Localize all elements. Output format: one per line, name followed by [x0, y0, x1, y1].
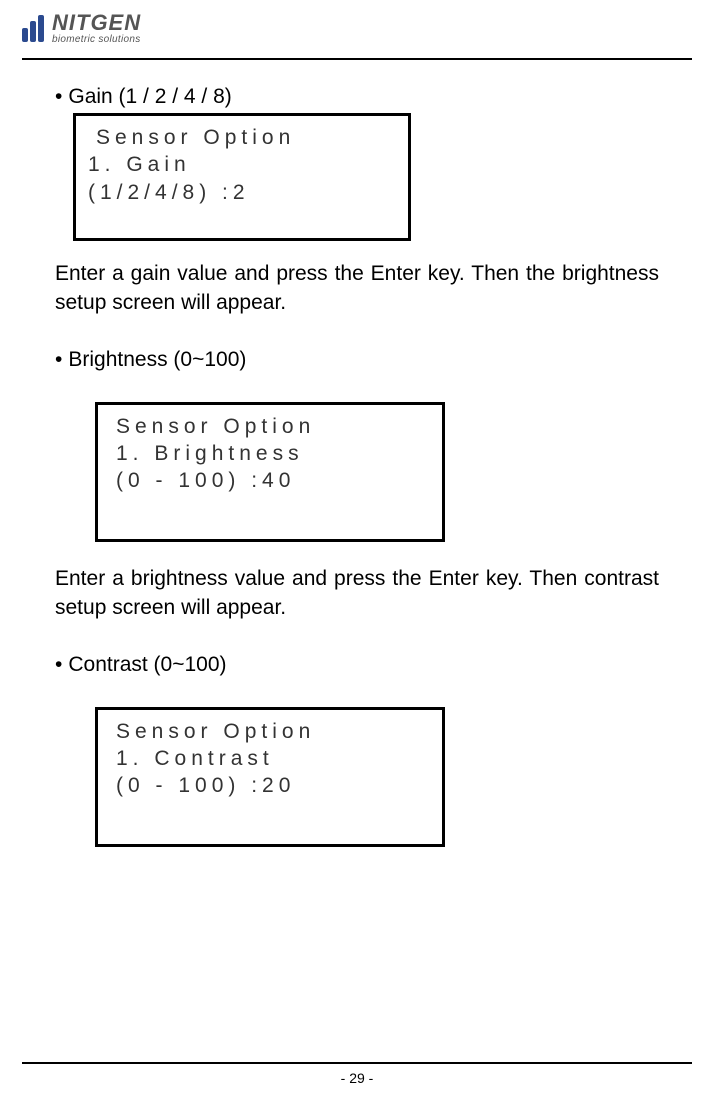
content: Gain (1 / 2 / 4 / 8) Sensor Option 1. Ga…: [0, 60, 714, 847]
brightness-heading: Brightness (0~100): [55, 348, 659, 372]
gain-display-line2: 1. Gain: [88, 151, 396, 178]
contrast-heading: Contrast (0~100): [55, 653, 659, 677]
contrast-display-line1: Sensor Option: [116, 718, 424, 745]
contrast-display-line3: (0 - 100) :20: [116, 772, 424, 799]
brightness-description: Enter a brightness value and press the E…: [55, 564, 659, 623]
gain-description: Enter a gain value and press the Enter k…: [55, 259, 659, 318]
gain-display-line3: (1/2/4/8) :2: [88, 179, 396, 206]
header: NITGEN biometric solutions: [0, 0, 714, 50]
gain-display-box: Sensor Option 1. Gain (1/2/4/8) :2: [73, 113, 411, 241]
logo-tagline: biometric solutions: [52, 34, 141, 45]
brightness-display-box: Sensor Option 1. Brightness (0 - 100) :4…: [95, 402, 445, 542]
footer-divider: [22, 1062, 692, 1064]
page-number: - 29 -: [0, 1070, 714, 1086]
logo: NITGEN biometric solutions: [22, 12, 141, 45]
gain-display-line1: Sensor Option: [88, 124, 396, 151]
logo-name: NITGEN: [52, 12, 141, 34]
brightness-display-line3: (0 - 100) :40: [116, 467, 424, 494]
contrast-display-line2: 1. Contrast: [116, 745, 424, 772]
contrast-display-box: Sensor Option 1. Contrast (0 - 100) :20: [95, 707, 445, 847]
logo-icon: [22, 15, 44, 42]
logo-text: NITGEN biometric solutions: [52, 12, 141, 45]
brightness-display-line1: Sensor Option: [116, 413, 424, 440]
footer: - 29 -: [0, 1062, 714, 1086]
brightness-display-line2: 1. Brightness: [116, 440, 424, 467]
gain-heading: Gain (1 / 2 / 4 / 8): [55, 85, 659, 109]
